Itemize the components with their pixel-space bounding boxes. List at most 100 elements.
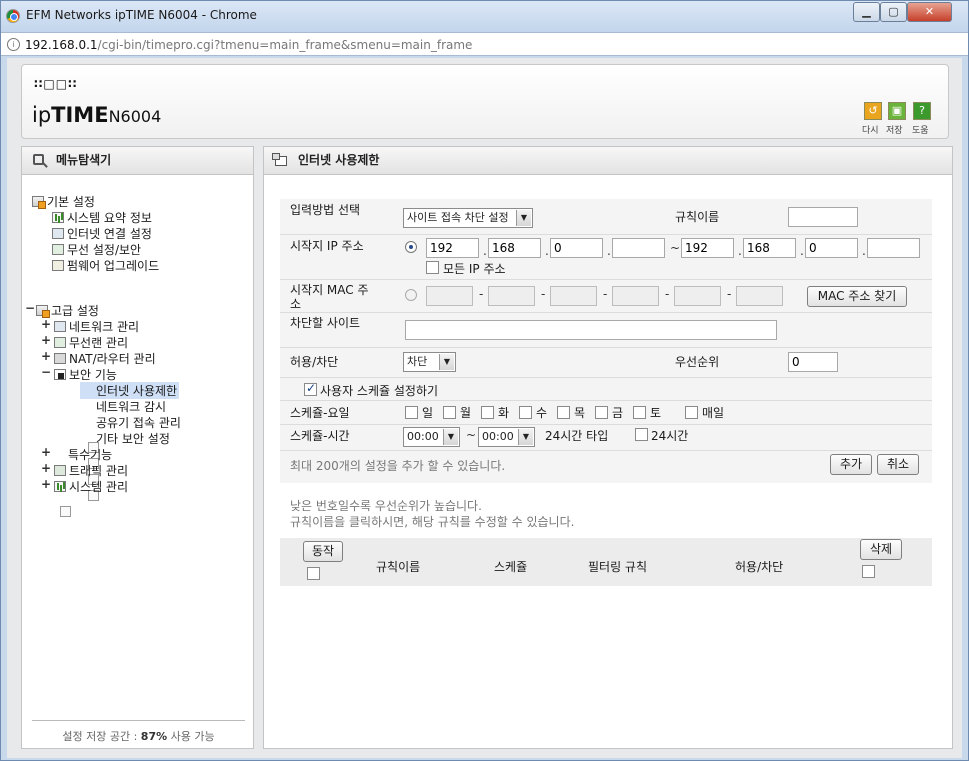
block-site-input[interactable] xyxy=(405,320,777,340)
delete-all-checkbox[interactable] xyxy=(862,565,875,578)
end-ip-2[interactable] xyxy=(743,238,796,258)
action-button[interactable]: 동작 xyxy=(303,541,343,562)
col-schedule: 스케쥴 xyxy=(494,560,528,574)
time-range-tilde: ~ xyxy=(466,428,477,442)
time-24-type-label: 24시간 타입 xyxy=(545,429,609,443)
tree-traffic[interactable]: 트래픽 관리 xyxy=(54,462,128,479)
end-ip-4[interactable] xyxy=(867,238,920,258)
time-24-checkbox[interactable] xyxy=(635,428,648,441)
rule-name-input[interactable] xyxy=(788,207,858,227)
delete-button[interactable]: 삭제 xyxy=(860,539,902,560)
input-method-select[interactable]: 사이트 접속 차단 설정 ▼ xyxy=(403,208,533,228)
tree-security[interactable]: 보안 기능 xyxy=(54,366,117,383)
tree-system-summary[interactable]: 시스템 요약 정보 xyxy=(52,209,152,226)
start-ip-1[interactable] xyxy=(426,238,479,258)
daily-checkbox[interactable] xyxy=(685,406,698,419)
main-panel-header: 인터넷 사용제한 xyxy=(264,147,952,175)
tree-router-access[interactable]: 공유기 접속 관리 xyxy=(82,414,181,485)
tree-internet-setup[interactable]: 인터넷 연결 설정 xyxy=(52,225,152,242)
ip-dot: . xyxy=(545,244,549,258)
mac-octet-1[interactable] xyxy=(426,286,473,306)
mac-octet-3[interactable] xyxy=(550,286,597,306)
col-rule-name: 규칙이름 xyxy=(376,560,421,574)
ip-dot: . xyxy=(607,244,611,258)
start-ip-4[interactable] xyxy=(612,238,665,258)
url-text[interactable]: 192.168.0.1/cgi-bin/timepro.cgi?tmenu=ma… xyxy=(25,38,472,52)
day-mon-checkbox[interactable] xyxy=(443,406,456,419)
tree-system-mgmt[interactable]: 시스템 관리 xyxy=(54,478,128,495)
day-sat-label: 토 xyxy=(650,406,662,420)
save-icon[interactable]: ▣ xyxy=(888,102,906,120)
day-mon-label: 월 xyxy=(460,406,472,420)
tree-network-mgmt[interactable]: 네트워크 관리 xyxy=(54,318,139,335)
mac-octet-2[interactable] xyxy=(488,286,535,306)
page-info-icon[interactable]: i xyxy=(7,38,20,51)
all-ip-checkbox[interactable] xyxy=(426,261,439,274)
close-button[interactable]: ✕ xyxy=(907,2,952,22)
start-ip-2[interactable] xyxy=(488,238,541,258)
expand-icon[interactable]: + xyxy=(41,461,51,475)
tree-other-security[interactable]: 기타 보안 설정 xyxy=(82,430,170,501)
tree-wireless-setup[interactable]: 무선 설정/보안 xyxy=(52,241,141,258)
maximize-button[interactable]: ▢ xyxy=(880,2,907,22)
cancel-button[interactable]: 취소 xyxy=(877,454,919,475)
storage-status: 설정 저장 공간 : 87% 사용 가능 xyxy=(32,720,245,744)
mac-radio[interactable] xyxy=(405,289,417,301)
allow-block-select[interactable]: 차단 ▼ xyxy=(403,352,456,372)
priority-input[interactable] xyxy=(788,352,838,372)
day-wed-checkbox[interactable] xyxy=(519,406,532,419)
ip-radio[interactable] xyxy=(405,241,417,253)
end-ip-1[interactable] xyxy=(681,238,734,258)
tree-label: 트래픽 관리 xyxy=(69,464,129,478)
tree-label: 무선 설정/보안 xyxy=(67,243,142,257)
use-schedule-checkbox[interactable] xyxy=(304,381,317,396)
tree-firmware-upgrade[interactable]: 펌웨어 업그레이드 xyxy=(52,257,159,274)
start-ip-label: 시작지 IP 주소 xyxy=(290,239,364,253)
collapse-icon[interactable]: − xyxy=(41,365,51,379)
time-end-select[interactable]: 00:00 ▼ xyxy=(478,427,535,447)
priority-note: 낮은 번호일수록 우선순위가 높습니다. xyxy=(290,499,482,513)
title-bar: EFM Networks ipTIME N6004 - Chrome ▁ ▢ ✕ xyxy=(1,1,968,32)
allow-block-value: 차단 xyxy=(407,355,428,368)
mac-octet-6[interactable] xyxy=(736,286,783,306)
help-label: 도움 xyxy=(912,126,929,136)
expand-icon[interactable]: + xyxy=(41,445,51,459)
restart-icon[interactable]: ↺ xyxy=(864,102,882,120)
main-panel: 인터넷 사용제한 입력방법 선택 사이트 접속 차단 설정 ▼ 규칙이름 시작지 … xyxy=(263,146,953,749)
end-ip-3[interactable] xyxy=(805,238,858,258)
day-sun-checkbox[interactable] xyxy=(405,406,418,419)
mac-octet-5[interactable] xyxy=(674,286,721,306)
collapse-icon[interactable]: − xyxy=(25,301,35,315)
col-allow-block: 허용/차단 xyxy=(735,560,784,574)
tree-special[interactable]: 특수기능 xyxy=(54,446,112,517)
day-fri-checkbox[interactable] xyxy=(595,406,608,419)
time-start-select[interactable]: 00:00 ▼ xyxy=(403,427,460,447)
tree-internet-restriction[interactable]: 인터넷 사용제한 xyxy=(80,382,180,453)
menu-explorer: 메뉴탐색기 기본 설정 시스템 요약 정보 인터넷 연결 설정 무선 설정/보안… xyxy=(21,146,254,749)
day-thu-checkbox[interactable] xyxy=(557,406,570,419)
expand-icon[interactable]: + xyxy=(41,333,51,347)
start-ip-3[interactable] xyxy=(550,238,603,258)
address-bar[interactable]: i 192.168.0.1/cgi-bin/timepro.cgi?tmenu=… xyxy=(1,32,968,56)
select-all-checkbox[interactable] xyxy=(307,567,320,580)
minimize-button[interactable]: ▁ xyxy=(853,2,880,22)
start-mac-label: 시작지 MAC 주소 xyxy=(290,283,369,311)
mac-octet-4[interactable] xyxy=(612,286,659,306)
tree-nat-router[interactable]: NAT/라우터 관리 xyxy=(54,350,156,367)
expand-icon[interactable]: + xyxy=(41,477,51,491)
daily-label: 매일 xyxy=(702,406,725,420)
help-icon[interactable]: ? xyxy=(913,102,931,120)
tree-wlan-mgmt[interactable]: 무선랜 관리 xyxy=(54,334,128,351)
ip-dot: . xyxy=(483,244,487,258)
router-page: ∷□□∷ ipTIMEN6004 ↺ ▣ ? 다시 저장 도움 메뉴탐색기 기본… xyxy=(7,58,962,758)
add-button[interactable]: 추가 xyxy=(830,454,872,475)
tree-network-monitor[interactable]: 네트워크 감시 xyxy=(82,398,166,469)
day-tue-checkbox[interactable] xyxy=(481,406,494,419)
mac-find-button[interactable]: MAC 주소 찾기 xyxy=(807,286,907,307)
tree-basic-settings[interactable]: 기본 설정 xyxy=(32,193,95,210)
storage-suffix: 사용 가능 xyxy=(167,730,215,743)
expand-icon[interactable]: + xyxy=(41,349,51,363)
tree-label: 네트워크 관리 xyxy=(69,320,140,334)
expand-icon[interactable]: + xyxy=(41,317,51,331)
day-sat-checkbox[interactable] xyxy=(633,406,646,419)
